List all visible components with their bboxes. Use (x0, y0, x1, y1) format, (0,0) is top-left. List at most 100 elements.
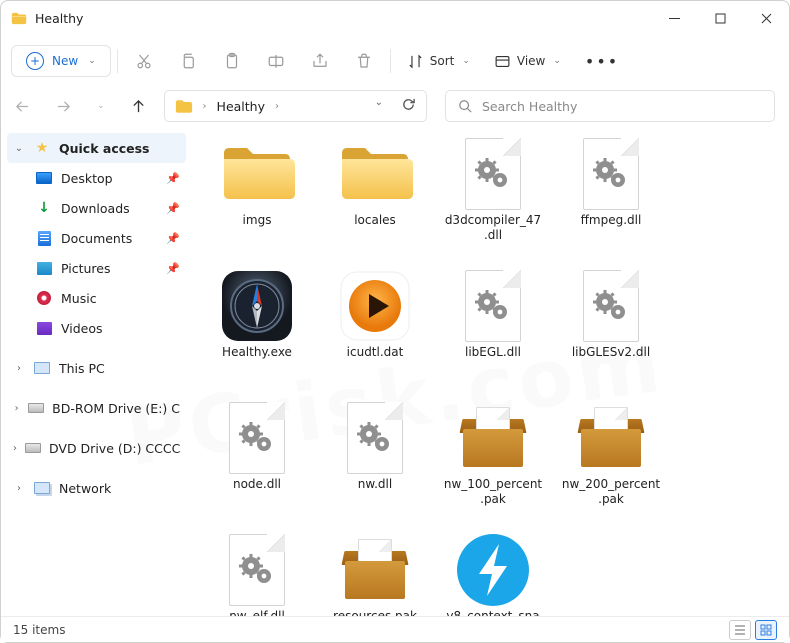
drive-icon (28, 403, 44, 413)
search-input[interactable] (482, 99, 762, 114)
file-item[interactable]: libGLESv2.dll (557, 265, 665, 395)
plus-icon: + (26, 52, 44, 70)
file-name: libEGL.dll (463, 345, 523, 360)
file-name: nw_100_percent.pak (441, 477, 545, 507)
address-bar[interactable]: › Healthy › ⌄ (164, 90, 427, 122)
sidebar-downloads[interactable]: ↓ Downloads 📌 (7, 193, 186, 223)
more-button[interactable]: ••• (575, 52, 629, 71)
chevron-right-icon: › (13, 483, 25, 494)
sidebar: ⌄ ★ Quick access Desktop 📌 ↓ Downloads 📌… (1, 125, 189, 625)
delete-button[interactable] (344, 43, 384, 79)
item-count: 15 items (13, 623, 65, 637)
pin-icon: 📌 (166, 262, 180, 275)
sidebar-label: This PC (59, 361, 105, 376)
chevron-right-icon: › (13, 363, 25, 374)
view-button[interactable]: View ⌄ (484, 47, 571, 76)
compass-icon (218, 267, 296, 345)
folder-icon (175, 99, 193, 114)
sort-button[interactable]: Sort ⌄ (397, 47, 480, 76)
close-button[interactable] (743, 1, 789, 35)
file-name: libGLESv2.dll (570, 345, 652, 360)
play-icon (339, 270, 411, 342)
titlebar: Healthy (1, 1, 789, 35)
rename-button[interactable] (256, 43, 296, 79)
file-name: node.dll (231, 477, 283, 492)
file-item[interactable]: nw.dll (321, 397, 429, 527)
back-button[interactable] (15, 99, 30, 114)
sidebar-documents[interactable]: Documents 📌 (7, 223, 186, 253)
file-item[interactable]: v8_context_snapshot.bin (439, 529, 547, 625)
refresh-button[interactable] (401, 97, 416, 115)
file-item[interactable]: nw_200_percent.pak (557, 397, 665, 527)
sidebar-bdrom[interactable]: › BD-ROM Drive (E:) C (7, 393, 186, 423)
dll-icon (347, 402, 403, 474)
file-item[interactable]: libEGL.dll (439, 265, 547, 395)
sort-icon (407, 53, 424, 70)
large-icons-view-button[interactable] (755, 620, 777, 640)
music-icon (37, 291, 51, 305)
sidebar-pictures[interactable]: Pictures 📌 (7, 253, 186, 283)
file-item[interactable]: ffmpeg.dll (557, 133, 665, 263)
sidebar-label: Videos (61, 321, 103, 336)
sidebar-videos[interactable]: Videos (7, 313, 186, 343)
file-pane[interactable]: imgs locales d3dcompiler_47.dll ffmpeg.d… (189, 125, 789, 625)
file-item[interactable]: icudtl.dat (321, 265, 429, 395)
dll-icon (465, 138, 521, 210)
minimize-button[interactable] (651, 1, 697, 35)
dll-icon (229, 402, 285, 474)
view-label: View (517, 54, 545, 68)
up-button[interactable] (131, 99, 146, 114)
file-name: locales (352, 213, 398, 228)
file-name: d3dcompiler_47.dll (441, 213, 545, 243)
file-item[interactable]: nw_100_percent.pak (439, 397, 547, 527)
file-name: imgs (241, 213, 274, 228)
pictures-icon (37, 262, 52, 275)
videos-icon (37, 322, 52, 335)
share-button[interactable] (300, 43, 340, 79)
new-button[interactable]: + New ⌄ (11, 45, 111, 77)
bolt-icon (455, 532, 531, 608)
address-row: ⌄ › Healthy › ⌄ (1, 87, 789, 125)
file-item[interactable]: node.dll (203, 397, 311, 527)
search-bar[interactable] (445, 90, 775, 122)
history-dropdown[interactable]: ⌄ (375, 97, 383, 115)
file-item[interactable]: resources.pak (321, 529, 429, 625)
file-item[interactable]: Healthy.exe (203, 265, 311, 395)
sidebar-quick-access[interactable]: ⌄ ★ Quick access (7, 133, 186, 163)
file-name: ffmpeg.dll (579, 213, 644, 228)
dll-icon (583, 138, 639, 210)
file-item[interactable]: imgs (203, 133, 311, 263)
file-name: nw.dll (356, 477, 394, 492)
details-view-button[interactable] (729, 620, 751, 640)
folder-icon (11, 12, 27, 25)
cut-button[interactable] (124, 43, 164, 79)
forward-button[interactable] (56, 99, 71, 114)
file-item[interactable]: locales (321, 133, 429, 263)
sidebar-label: Network (59, 481, 111, 496)
drive-icon (25, 443, 41, 453)
sidebar-desktop[interactable]: Desktop 📌 (7, 163, 186, 193)
file-name: nw_200_percent.pak (559, 477, 663, 507)
new-label: New (52, 54, 78, 68)
copy-button[interactable] (168, 43, 208, 79)
window-title: Healthy (35, 11, 83, 26)
paste-button[interactable] (212, 43, 252, 79)
sidebar-label: Documents (61, 231, 132, 246)
breadcrumb-item[interactable]: Healthy (217, 99, 265, 114)
recent-button[interactable]: ⌄ (97, 101, 105, 111)
chevron-right-icon[interactable]: › (203, 101, 207, 112)
chevron-down-icon: ⌄ (462, 56, 470, 66)
file-item[interactable]: nw_elf.dll (203, 529, 311, 625)
chevron-down-icon: ⌄ (553, 56, 561, 66)
star-icon: ★ (33, 140, 51, 156)
chevron-right-icon[interactable]: › (275, 101, 279, 112)
file-item[interactable]: d3dcompiler_47.dll (439, 133, 547, 263)
sidebar-dvd[interactable]: › DVD Drive (D:) CCCC (7, 433, 186, 463)
sidebar-this-pc[interactable]: › This PC (7, 353, 186, 383)
sidebar-network[interactable]: › Network (7, 473, 186, 503)
sidebar-label: Downloads (61, 201, 130, 216)
document-icon (38, 231, 51, 246)
sidebar-label: Quick access (59, 141, 150, 156)
maximize-button[interactable] (697, 1, 743, 35)
sidebar-music[interactable]: Music (7, 283, 186, 313)
